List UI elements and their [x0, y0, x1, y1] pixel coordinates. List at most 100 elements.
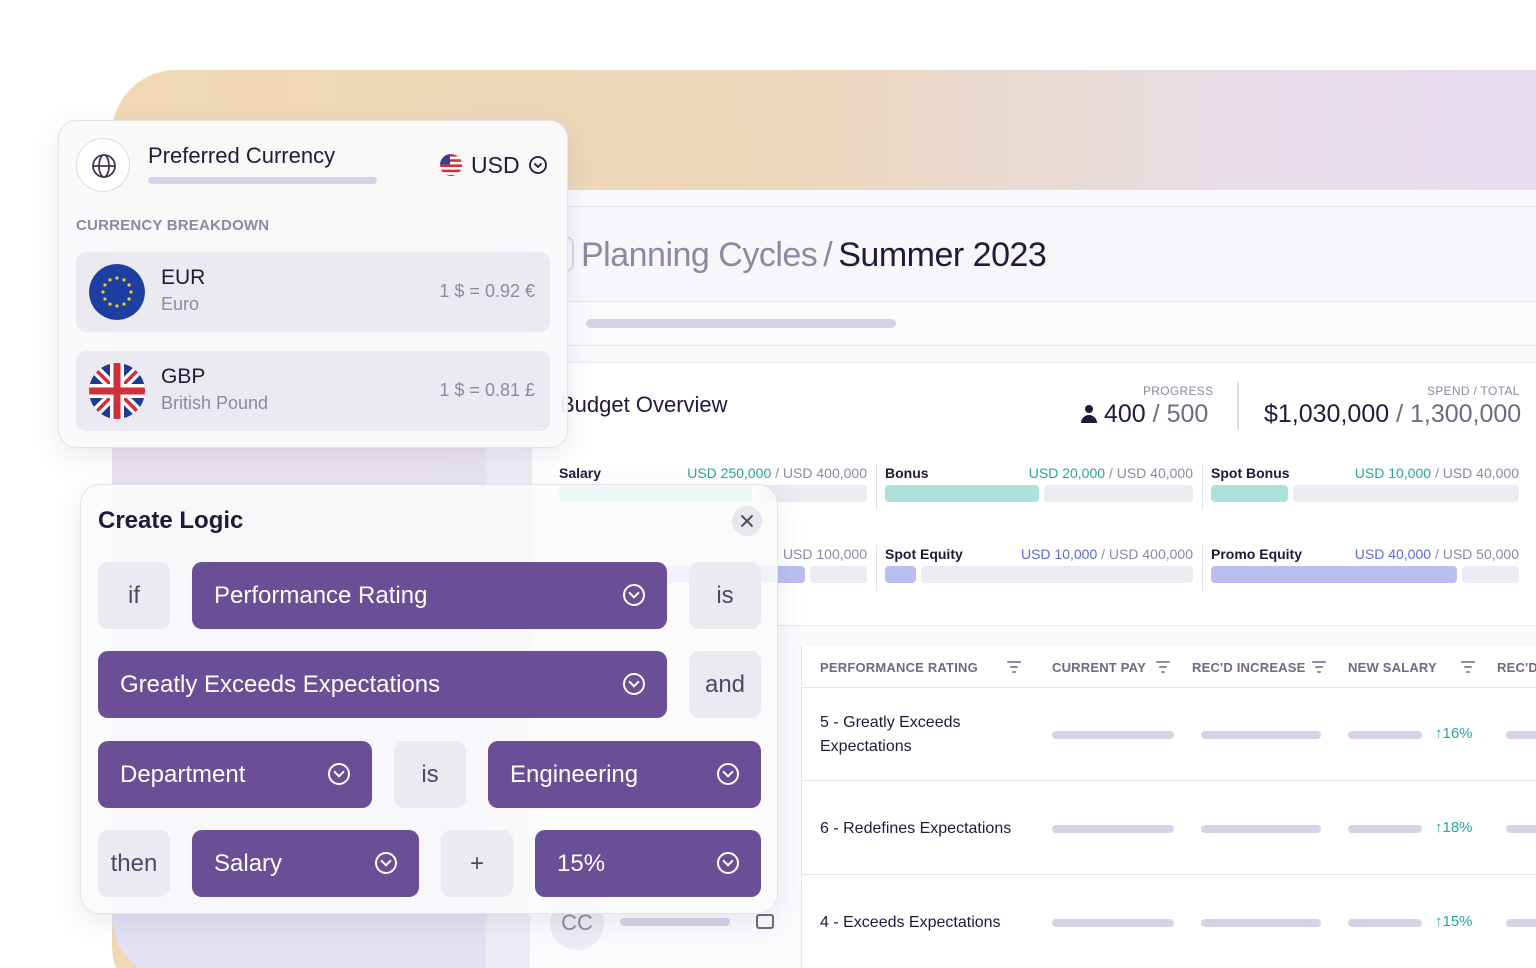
table-cell-placeholder [1506, 731, 1536, 739]
logic-title: Create Logic [98, 507, 244, 534]
person-icon [1080, 405, 1098, 423]
field-select-performance-rating[interactable]: Performance Rating [192, 562, 667, 629]
column-header-performance-rating[interactable]: PERFORMANCE RATING [820, 660, 978, 675]
budget-item-spot-bonus[interactable]: Spot Bonus USD 10,000 / USD 40,000 [1211, 465, 1519, 505]
currency-row-eur[interactable]: EUR Euro 1 $ = 0.92 € [76, 252, 550, 332]
stat-divider [1237, 382, 1239, 430]
name-placeholder [620, 918, 730, 926]
keyword-is: is [394, 741, 466, 808]
budget-item-amount: USD 10,000 / USD 40,000 [1354, 465, 1519, 481]
spend-total: / 1,300,000 [1396, 400, 1522, 428]
operator-plus[interactable]: + [441, 830, 513, 897]
budget-item-amount: USD 100,000 [782, 546, 867, 562]
budget-item-name: Bonus [885, 465, 929, 481]
currency-code: EUR [161, 266, 206, 289]
amount-select[interactable]: 15% [535, 830, 761, 897]
target-select-label: Salary [214, 849, 283, 877]
currency-select[interactable]: USD [439, 150, 548, 180]
currency-row-gbp[interactable]: GBP British Pound 1 $ = 0.81 £ [76, 351, 550, 431]
budget-bar-fill [1211, 485, 1288, 502]
chevron-down-icon [528, 156, 547, 174]
uk-flag-icon [89, 363, 145, 419]
salary-change: ↑16% [1435, 725, 1473, 742]
comment-icon[interactable] [756, 914, 774, 929]
keyword-then: then [98, 830, 170, 897]
target-select-salary[interactable]: Salary [192, 830, 419, 897]
budget-bar-fill [885, 485, 1039, 502]
table-cell-placeholder [1201, 825, 1321, 833]
eu-flag-icon [89, 264, 145, 320]
filter-icon[interactable] [1007, 661, 1021, 673]
table-cell-rating: 5 - Greatly Exceeds Expectations [820, 714, 961, 755]
budget-item-spot-equity[interactable]: Spot Equity USD 10,000 / USD 400,000 [885, 546, 1193, 586]
breadcrumb: Planning Cycles / Summer 2023 [581, 236, 1047, 275]
keyword-is: is [689, 562, 761, 629]
budget-separator [1202, 464, 1203, 510]
field-select-label: Department [120, 760, 246, 788]
breadcrumb-parent[interactable]: Planning Cycles [581, 236, 818, 274]
value-select-label: Engineering [510, 760, 639, 788]
budget-item-amount: USD 20,000 / USD 40,000 [1028, 465, 1193, 481]
keyword-and: and [689, 651, 761, 718]
page-title: Summer 2023 [838, 236, 1047, 274]
us-flag-icon [440, 154, 462, 176]
chevron-down-icon [623, 584, 645, 606]
close-icon[interactable] [732, 506, 762, 536]
currency-name: British Pound [161, 393, 269, 413]
budget-item-bonus[interactable]: Bonus USD 20,000 / USD 40,000 [885, 465, 1193, 505]
budget-item-name: Spot Equity [885, 546, 963, 562]
currency-title: Preferred Currency [148, 143, 336, 168]
stage: Planning Cycles / Summer 2023 Budget Overv… [0, 0, 1536, 968]
budget-item-amount: USD 40,000 / USD 50,000 [1354, 546, 1519, 562]
currency-code: GBP [161, 365, 206, 388]
table-cell-placeholder [1348, 919, 1422, 927]
column-header-new-salary[interactable]: NEW SALARY [1348, 660, 1437, 675]
chevron-down-icon [328, 763, 350, 785]
progress-value: 400 / 500 [1080, 400, 1208, 429]
table-cell-placeholder [1201, 731, 1321, 739]
currency-rate: 1 $ = 0.92 € [439, 281, 535, 301]
table-cell-placeholder [1348, 731, 1422, 739]
breakdown-label: CURRENCY BREAKDOWN [76, 217, 270, 234]
currency-rate: 1 $ = 0.81 £ [439, 380, 535, 400]
currency-name: Euro [161, 294, 200, 314]
amount-select-label: 15% [557, 849, 606, 877]
filter-icon[interactable] [1461, 661, 1475, 673]
budget-item-promo-equity[interactable]: Promo Equity USD 40,000 / USD 50,000 [1211, 546, 1519, 586]
chevron-down-icon [375, 852, 397, 874]
breadcrumb-separator: / [823, 236, 833, 274]
row-divider [802, 874, 1536, 875]
field-select-department[interactable]: Department [98, 741, 372, 808]
progress-done: 400 [1104, 400, 1146, 428]
table-cell-placeholder [1506, 919, 1536, 927]
budget-bar [1211, 485, 1519, 502]
spend-label: SPEND / TOTAL [1427, 384, 1520, 398]
currency-select-value: USD [471, 151, 520, 178]
table-cell-rating: 4 - Exceeds Expectations [820, 914, 1001, 931]
create-logic-card: Create Logic if Performance Rating is Gr… [80, 484, 778, 914]
budget-separator [876, 464, 877, 510]
column-header-current-pay[interactable]: CURRENT PAY [1052, 660, 1146, 675]
spend-value: $1,030,000 / 1,300,000 [1264, 400, 1521, 429]
table-cell-placeholder [1201, 919, 1321, 927]
table-cell-placeholder [1052, 731, 1174, 739]
table-cell-rating: 6 - Redefines Expectations [820, 820, 1012, 837]
column-header-recd-increase[interactable]: REC'D INCREASE [1192, 660, 1306, 675]
budget-bar [885, 485, 1193, 502]
budget-separator [876, 545, 877, 591]
budget-bar-rest [1044, 485, 1193, 502]
column-header-recd[interactable]: REC'D [1497, 660, 1536, 675]
keyword-if: if [98, 562, 170, 629]
table-cell-placeholder [1506, 825, 1536, 833]
value-select-engineering[interactable]: Engineering [488, 741, 761, 808]
value-select-greatly-exceeds[interactable]: Greatly Exceeds Expectations [98, 651, 667, 718]
filter-icon[interactable] [1156, 661, 1170, 673]
budget-bar-rest [1293, 485, 1519, 502]
currency-card: Preferred Currency USD CURRENCY BREAKDOW… [58, 120, 568, 448]
title-underline-bar [148, 177, 377, 184]
budget-bar [1211, 566, 1519, 583]
budget-item-name: Salary [559, 465, 602, 481]
filter-icon[interactable] [1312, 661, 1326, 673]
globe-icon [76, 138, 130, 192]
table-cell-placeholder [1052, 825, 1174, 833]
